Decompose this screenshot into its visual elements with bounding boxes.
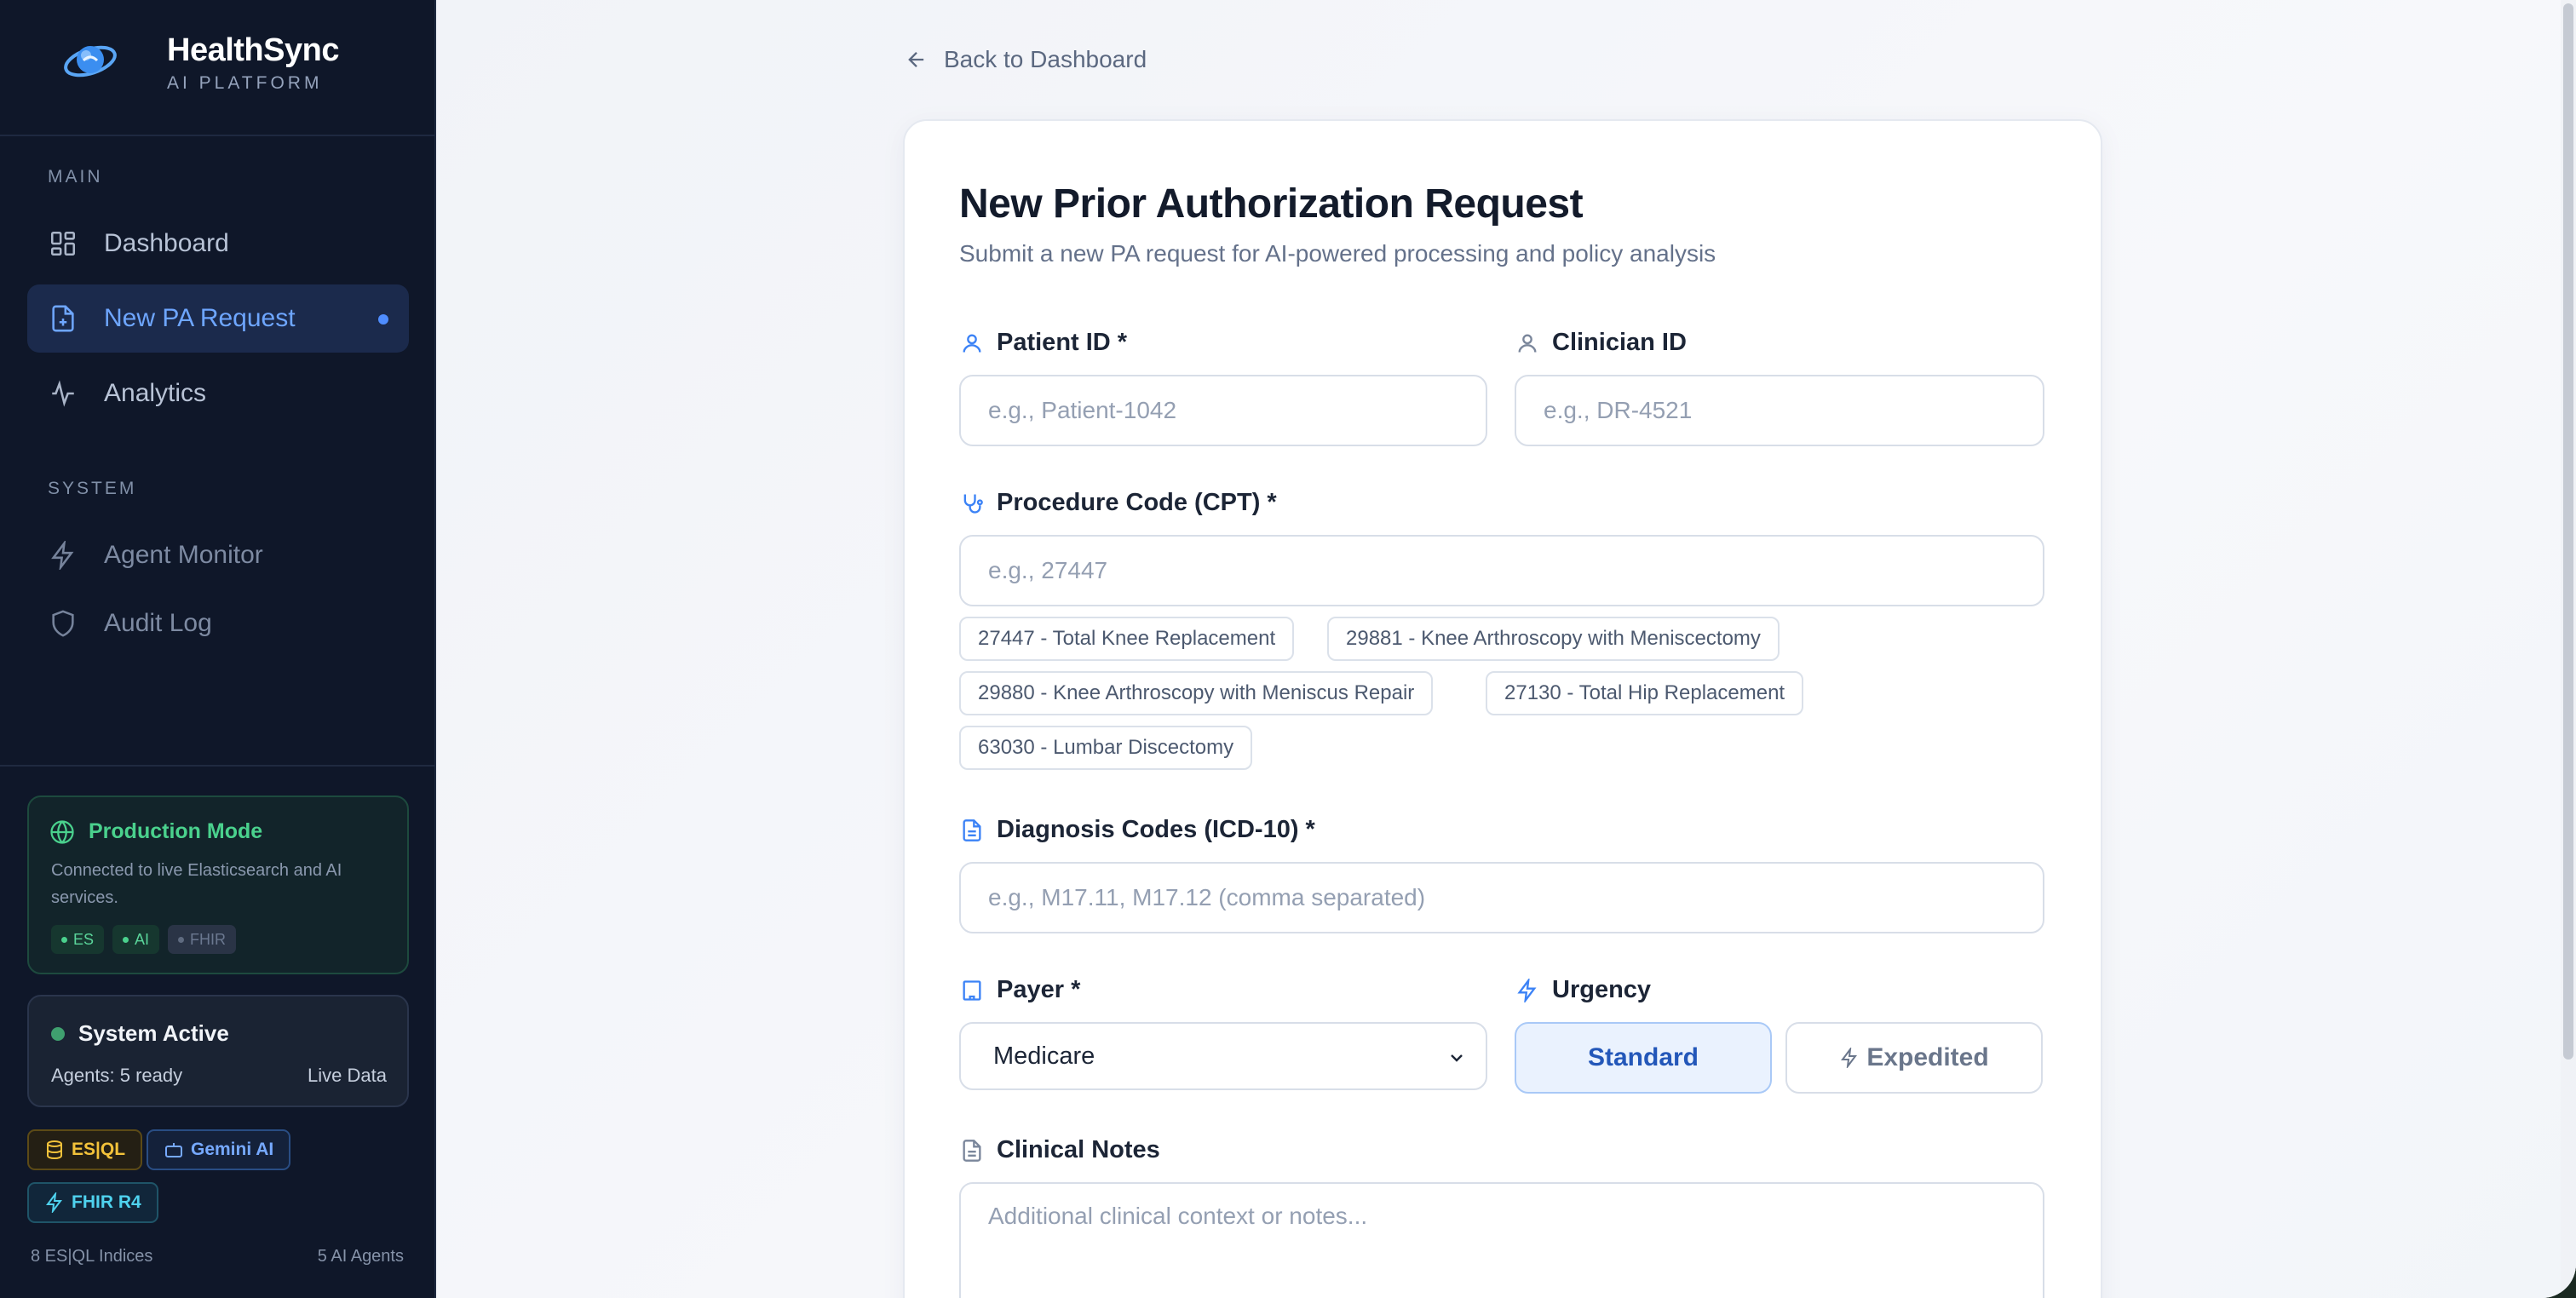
- section-label-main: MAIN: [48, 167, 103, 187]
- shield-icon: [48, 608, 78, 639]
- active-indicator-dot: [378, 314, 388, 324]
- procedure-code-label: Procedure Code (CPT) *: [959, 489, 1277, 517]
- lightning-icon: [1841, 1048, 1858, 1068]
- procedure-suggestion-chip[interactable]: 27130 - Total Hip Replacement: [1486, 671, 1804, 715]
- service-pill-es: ES: [51, 925, 105, 954]
- diagnosis-codes-label: Diagnosis Codes (ICD-10) *: [959, 816, 1315, 844]
- sidebar-item-audit-log[interactable]: Audit Log: [27, 589, 409, 658]
- live-data-text: Live Data: [308, 1065, 387, 1086]
- diagnosis-codes-input[interactable]: [959, 862, 2044, 933]
- document-icon: [959, 818, 985, 843]
- sidebar-item-new-pa-request[interactable]: New PA Request: [27, 284, 409, 353]
- scrollbar-track[interactable]: [2561, 0, 2576, 1298]
- globe-icon: [50, 820, 74, 844]
- sidebar-item-dashboard[interactable]: Dashboard: [27, 210, 409, 278]
- tag-fhir-r4: FHIR R4: [27, 1182, 158, 1223]
- clinician-id-input[interactable]: [1515, 375, 2044, 446]
- tag-gemini-ai: Gemini AI: [147, 1129, 291, 1170]
- dashboard-grid-icon: [48, 228, 78, 259]
- payer-label: Payer *: [959, 976, 1080, 1004]
- agents-ready-text: Agents: 5 ready: [51, 1065, 183, 1086]
- sidebar-item-label: New PA Request: [104, 304, 296, 332]
- clinical-notes-textarea[interactable]: [959, 1182, 2044, 1298]
- procedure-suggestion-chip[interactable]: 63030 - Lumbar Discectomy: [959, 726, 1253, 770]
- service-pills: ES AI FHIR: [51, 925, 237, 954]
- procedure-suggestion-chip[interactable]: 29881 - Knee Arthroscopy with Meniscecto…: [1327, 617, 1780, 661]
- brand-subtitle: AI PLATFORM: [167, 73, 323, 93]
- clinician-id-label: Clinician ID: [1515, 329, 1687, 357]
- brand-header: HealthSync AI PLATFORM: [0, 0, 436, 136]
- system-status-card: System Active Agents: 5 ready Live Data: [27, 995, 409, 1107]
- patient-id-input[interactable]: [959, 375, 1487, 446]
- scrollbar-thumb[interactable]: [2563, 3, 2573, 1060]
- procedure-suggestion-chip[interactable]: 27447 - Total Knee Replacement: [959, 617, 1295, 661]
- chevron-down-icon: [1451, 1054, 1463, 1062]
- database-icon: [44, 1140, 65, 1160]
- ai-agents-count: 5 AI Agents: [317, 1247, 404, 1266]
- document-icon: [959, 1138, 985, 1163]
- service-pill-ai: AI: [112, 925, 160, 954]
- urgency-label: Urgency: [1515, 976, 1651, 1004]
- sidebar-item-label: Analytics: [104, 379, 207, 407]
- arrow-left-icon: [908, 52, 924, 67]
- system-status-title: System Active: [78, 1020, 229, 1046]
- page-title: New Prior Authorization Request: [959, 181, 1584, 227]
- lightning-icon: [48, 540, 78, 571]
- service-pill-fhir: FHIR: [168, 925, 237, 954]
- production-mode-title: Production Mode: [89, 819, 263, 843]
- status-dot: [51, 1027, 65, 1041]
- clinical-notes-label: Clinical Notes: [959, 1136, 1160, 1164]
- brand-logo-icon: [64, 45, 117, 78]
- sidebar-item-label: Agent Monitor: [104, 541, 263, 569]
- bot-icon: [164, 1140, 184, 1160]
- payer-select[interactable]: Medicare: [959, 1022, 1487, 1090]
- sidebar-item-agent-monitor[interactable]: Agent Monitor: [27, 521, 409, 589]
- back-link-label: Back to Dashboard: [944, 46, 1147, 72]
- main-content: Back to Dashboard New Prior Authorizatio…: [436, 0, 2576, 1298]
- stethoscope-icon: [959, 491, 985, 516]
- procedure-suggestion-chip[interactable]: 29880 - Knee Arthroscopy with Meniscus R…: [959, 671, 1434, 715]
- back-to-dashboard-link[interactable]: Back to Dashboard: [905, 46, 1147, 73]
- activity-icon: [48, 378, 78, 409]
- section-label-system: SYSTEM: [48, 479, 137, 498]
- lightning-icon: [1515, 978, 1540, 1003]
- sidebar-item-label: Dashboard: [104, 229, 229, 257]
- urgency-expedited-button[interactable]: Expedited: [1785, 1022, 2043, 1094]
- esql-indices-count: 8 ES|QL Indices: [31, 1247, 153, 1266]
- pa-request-form-card: New Prior Authorization Request Submit a…: [903, 119, 2102, 1298]
- brand-name: HealthSync: [167, 32, 339, 68]
- production-mode-card: Production Mode Connected to live Elasti…: [27, 795, 409, 974]
- file-plus-icon: [48, 303, 78, 334]
- payer-selected-value: Medicare: [993, 1042, 1095, 1070]
- app-window: HealthSync AI PLATFORM MAIN Dashboard Ne…: [0, 0, 2576, 1298]
- building-icon: [959, 978, 985, 1003]
- user-icon: [959, 330, 985, 356]
- production-mode-description: Connected to live Elasticsearch and AI s…: [51, 861, 342, 907]
- sidebar-item-label: Audit Log: [104, 609, 212, 637]
- sidebar-item-analytics[interactable]: Analytics: [27, 359, 409, 428]
- user-icon: [1515, 330, 1540, 356]
- procedure-code-input[interactable]: [959, 535, 2044, 606]
- sidebar: HealthSync AI PLATFORM MAIN Dashboard Ne…: [0, 0, 436, 1298]
- urgency-standard-button[interactable]: Standard: [1515, 1022, 1772, 1094]
- lightning-icon: [44, 1192, 65, 1213]
- tag-esql: ES|QL: [27, 1129, 143, 1170]
- sidebar-divider: [0, 765, 436, 767]
- page-subtitle: Submit a new PA request for AI-powered p…: [959, 240, 1716, 267]
- patient-id-label: Patient ID *: [959, 329, 1127, 357]
